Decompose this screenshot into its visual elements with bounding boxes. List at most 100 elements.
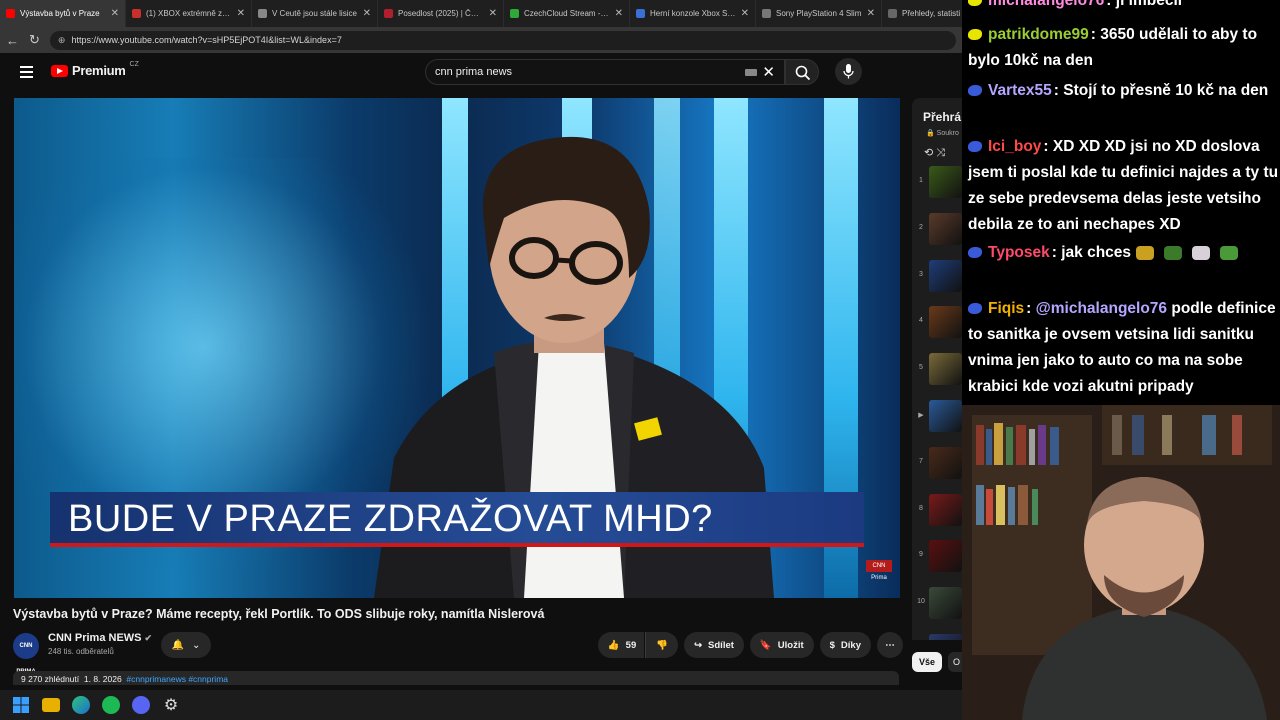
channel-name[interactable]: CNN Prima NEWS xyxy=(48,632,142,644)
subscription-notification-button[interactable]: 🔔 ⌄ xyxy=(161,632,211,658)
chat-username[interactable]: michalangelo76 xyxy=(988,0,1104,9)
channel-avatar[interactable]: CNN PRIMA xyxy=(13,633,39,675)
playlist-item-thumbnail[interactable] xyxy=(929,353,962,386)
chat-badge-icon xyxy=(968,303,982,315)
playlist-item[interactable]: 8 xyxy=(912,492,962,528)
playlist-item-thumbnail[interactable] xyxy=(929,634,962,640)
chat-username[interactable]: Ici_boy xyxy=(988,138,1041,155)
video-title: Výstavba bytů v Praze? Máme recepty, řek… xyxy=(13,607,545,621)
more-actions-button[interactable]: ⋯ xyxy=(877,632,903,658)
verified-icon: ✔ xyxy=(144,633,153,643)
chat-badge-icon xyxy=(968,247,982,259)
youtube-premium-logo[interactable]: Premium CZ xyxy=(51,61,139,78)
channel-name-row[interactable]: CNN Prima NEWS ✔ xyxy=(48,632,152,644)
like-button[interactable]: 👍 59 xyxy=(597,632,645,658)
discord-icon[interactable] xyxy=(132,696,150,714)
headline-text: BUDE V PRAZE ZDRAŽOVAT MHD? xyxy=(68,498,713,540)
windows-start-icon[interactable] xyxy=(12,696,30,714)
playlist-item-thumbnail[interactable] xyxy=(929,446,962,479)
playlist-item[interactable]: 7 xyxy=(912,445,962,481)
region-code: CZ xyxy=(129,61,139,68)
action-buttons: 👍 59 👎 ↪ Sdílet 🔖 Uložit $ Díky ⋯ xyxy=(597,632,903,658)
menu-icon[interactable] xyxy=(20,66,33,78)
playlist-item-index: 9 xyxy=(919,551,923,559)
close-tab-icon[interactable]: ✕ xyxy=(237,8,245,19)
playlist-item-thumbnail[interactable] xyxy=(929,540,962,573)
playlist-item[interactable]: 4 xyxy=(912,304,962,340)
close-tab-icon[interactable]: ✕ xyxy=(489,8,497,19)
close-tab-icon[interactable]: ✕ xyxy=(741,8,749,19)
share-button[interactable]: ↪ Sdílet xyxy=(684,632,744,658)
dislike-button[interactable]: 👎 xyxy=(645,632,679,658)
description-box[interactable]: 9 270 zhlédnutí 1. 8. 2026 #cnnprimanews… xyxy=(13,671,899,685)
file-explorer-icon[interactable] xyxy=(42,698,60,712)
chat-username[interactable]: patrikdome99 xyxy=(988,26,1089,43)
playlist-item[interactable]: ▶ xyxy=(912,398,962,434)
thanks-button[interactable]: $ Díky xyxy=(819,632,871,658)
voice-search-button[interactable] xyxy=(835,58,862,85)
close-tab-icon[interactable]: ✕ xyxy=(867,8,875,19)
reload-icon[interactable]: ↻ xyxy=(29,32,40,48)
keyboard-icon[interactable] xyxy=(745,69,757,76)
chat-username[interactable]: Fiqis xyxy=(988,300,1024,317)
chip-other[interactable]: O xyxy=(948,652,962,672)
playlist-item-thumbnail[interactable] xyxy=(929,212,962,245)
chat-username[interactable]: Typosek xyxy=(988,244,1050,261)
playlist-item[interactable]: 9 xyxy=(912,538,962,574)
tab-title: V Ceutě jsou stále lisice xyxy=(272,9,357,18)
upload-date: 1. 8. 2026 xyxy=(83,674,122,684)
chat-emote-icon xyxy=(1220,245,1239,260)
back-icon[interactable]: ← xyxy=(6,33,19,48)
playlist-item-thumbnail[interactable] xyxy=(929,166,962,198)
browser-tab[interactable]: V Ceutě jsou stále lisice ✕ xyxy=(252,0,378,27)
chat-username[interactable]: Vartex55 xyxy=(988,82,1052,99)
channel-row: CNN PRIMA CNN Prima NEWS✔ 248 tis. odběr… xyxy=(13,631,903,675)
streamer-webcam xyxy=(962,405,1280,720)
playlist-item-thumbnail[interactable] xyxy=(929,400,962,432)
playlist-item-thumbnail[interactable] xyxy=(929,587,962,620)
browser-tab[interactable]: Herní konzole Xbox Seri ✕ xyxy=(630,0,756,27)
browser-tab[interactable]: CzechCloud Stream - W ✕ xyxy=(504,0,630,27)
loop-icon[interactable]: ⟲ xyxy=(924,147,933,159)
browser-tab[interactable]: Přehledy, statisti✕ xyxy=(882,0,962,27)
playlist-item-thumbnail[interactable] xyxy=(929,493,962,526)
playlist-item[interactable]: 10 xyxy=(912,585,962,621)
playlist-item[interactable]: 11 xyxy=(912,632,962,640)
close-tab-icon[interactable]: ✕ xyxy=(111,8,119,19)
playlist-item[interactable]: 3 xyxy=(912,258,962,294)
browser-tab[interactable]: Posedlost (2025) | ČSFD ✕ xyxy=(378,0,504,27)
search-button[interactable] xyxy=(785,59,819,85)
browser-tab[interactable]: Sony PlayStation 4 Slim ✕ xyxy=(756,0,882,27)
webcam-scene xyxy=(962,405,1280,720)
chip-all[interactable]: Vše xyxy=(912,652,942,672)
stream-chat: michalangelo76: ji imbecil patrikdome99: … xyxy=(962,0,1280,405)
url-field[interactable]: ⊕ https://www.youtube.com/watch?v=sHP5Ej… xyxy=(49,30,956,50)
tab-favicon-icon xyxy=(384,9,393,18)
clear-search-icon[interactable]: ✕ xyxy=(762,63,775,81)
video-player[interactable]: BUDE V PRAZE ZDRAŽOVAT MHD? CNN Prima xyxy=(14,98,900,598)
browser-tab[interactable]: (1) XBOX extrémně zdra ✕ xyxy=(126,0,252,27)
playlist-item[interactable]: 2 xyxy=(912,211,962,247)
spotify-icon[interactable] xyxy=(102,696,120,714)
settings-gear-icon[interactable]: ⚙ xyxy=(162,696,180,714)
playlist-item-thumbnail[interactable] xyxy=(929,259,962,292)
playlist-item[interactable]: 5 xyxy=(912,351,962,387)
save-button[interactable]: 🔖 Uložit xyxy=(749,632,814,658)
playlist-item-index: 10 xyxy=(917,598,925,606)
search-input[interactable]: cnn prima news ✕ xyxy=(425,59,785,85)
hashtags[interactable]: #cnnprimanews #cnnprima xyxy=(126,674,228,684)
playlist-title[interactable]: Přehrá xyxy=(923,110,961,124)
shuffle-icon[interactable]: ⤨ xyxy=(936,147,945,159)
playlist-item-thumbnail[interactable] xyxy=(929,306,962,339)
close-tab-icon[interactable]: ✕ xyxy=(363,8,371,19)
site-info-icon[interactable]: ⊕ xyxy=(58,35,66,46)
tab-favicon-icon xyxy=(258,9,267,18)
chat-mention[interactable]: @michalangelo76 xyxy=(1036,300,1167,317)
playlist-item[interactable]: 1 xyxy=(912,164,962,200)
youtube-header: Premium CZ cnn prima news ✕ xyxy=(0,53,962,93)
browser-tab[interactable]: Výstavba bytů v Praze ✕ xyxy=(0,0,126,27)
playlist-privacy: 🔒 Soukro xyxy=(926,130,959,137)
edge-browser-icon[interactable] xyxy=(72,696,90,714)
close-tab-icon[interactable]: ✕ xyxy=(615,8,623,19)
playlist-item-index: 7 xyxy=(919,457,923,465)
